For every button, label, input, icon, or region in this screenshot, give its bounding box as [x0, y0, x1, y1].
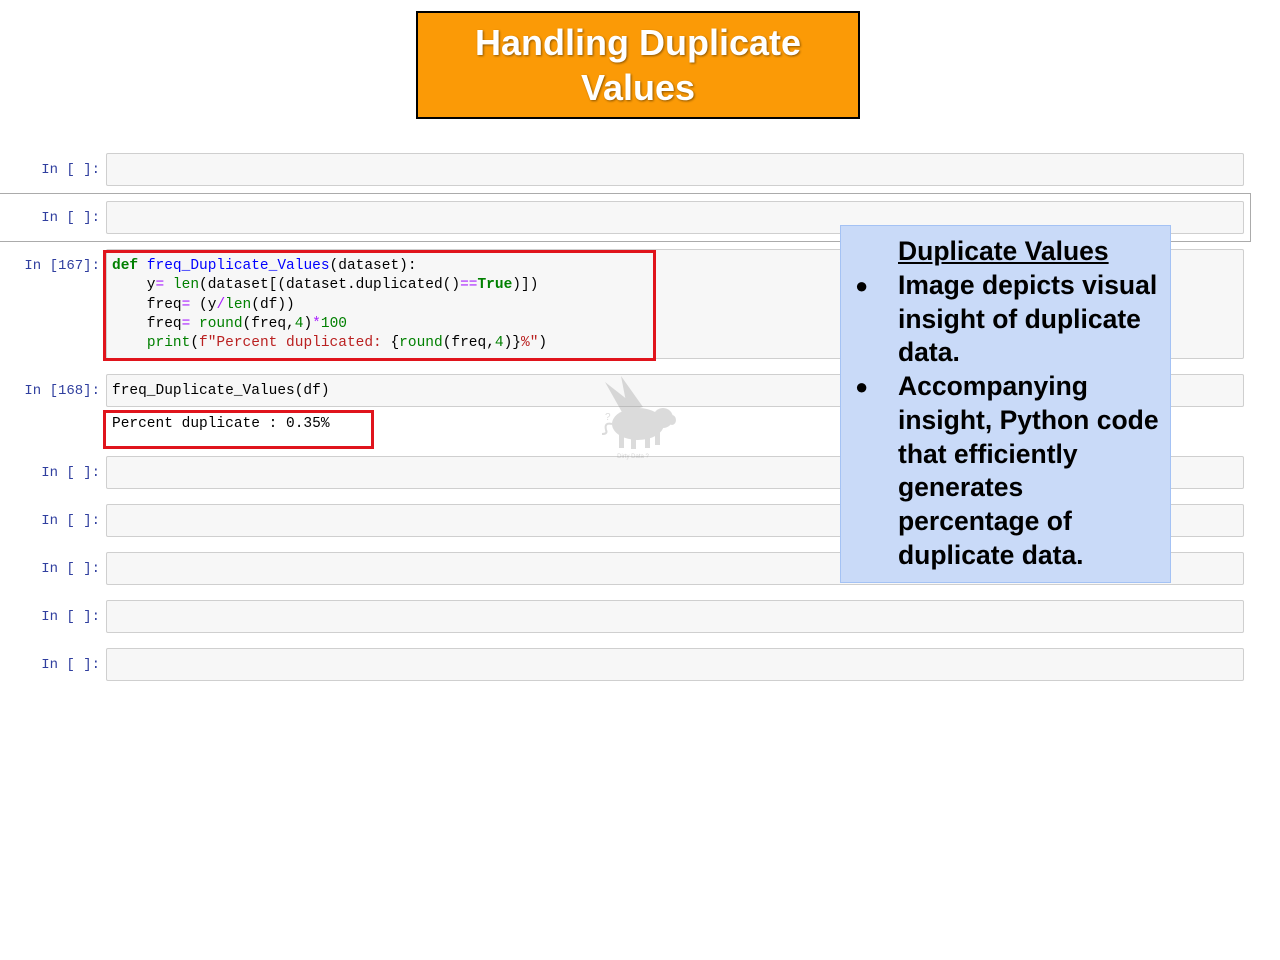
- slide-title-box: Handling Duplicate Values: [416, 11, 860, 119]
- watermark-text: Dirty Data ?: [617, 454, 649, 460]
- code-highlight-box: [103, 250, 656, 361]
- cell-input-area[interactable]: [106, 600, 1244, 633]
- cell-prompt: In [168]:: [24, 383, 100, 399]
- callout-bullet-text: Accompanying insight, Python code that e…: [898, 371, 1159, 570]
- cell-prompt: In [ ]:: [41, 513, 100, 529]
- callout-bullet-list: ● Image depicts visual insight of duplic…: [855, 269, 1165, 572]
- cell-prompt: In [167]:: [24, 258, 100, 274]
- callout-heading: Duplicate Values: [898, 236, 1109, 266]
- cell-prompt: In [ ]:: [41, 657, 100, 673]
- cell-prompt: In [ ]:: [41, 210, 100, 226]
- bullet-icon: ●: [855, 374, 869, 400]
- svg-text:?: ?: [605, 412, 611, 423]
- callout-bullet-item: ● Image depicts visual insight of duplic…: [855, 269, 1165, 370]
- cell-input-area[interactable]: [106, 648, 1244, 681]
- slide-title: Handling Duplicate Values: [474, 22, 802, 108]
- callout-box: Duplicate Values ● Image depicts visual …: [840, 225, 1171, 583]
- bullet-icon: ●: [855, 273, 869, 298]
- callout-bullet-item: ● Accompanying insight, Python code that…: [855, 370, 1165, 572]
- output-highlight-box: [103, 410, 374, 449]
- callout-bullet-text: Image depicts visual insight of duplicat…: [898, 270, 1158, 368]
- cell-input-area[interactable]: [106, 153, 1244, 186]
- cell-prompt: In [ ]:: [41, 465, 100, 481]
- watermark: ? Dirty Data ?: [583, 374, 683, 464]
- code-line: freq_Duplicate_Values(df): [112, 383, 330, 399]
- cell-prompt: In [ ]:: [41, 561, 100, 577]
- cell-prompt: In [ ]:: [41, 162, 100, 178]
- cell-prompt: In [ ]:: [41, 609, 100, 625]
- flying-pig-icon: ?: [601, 376, 676, 449]
